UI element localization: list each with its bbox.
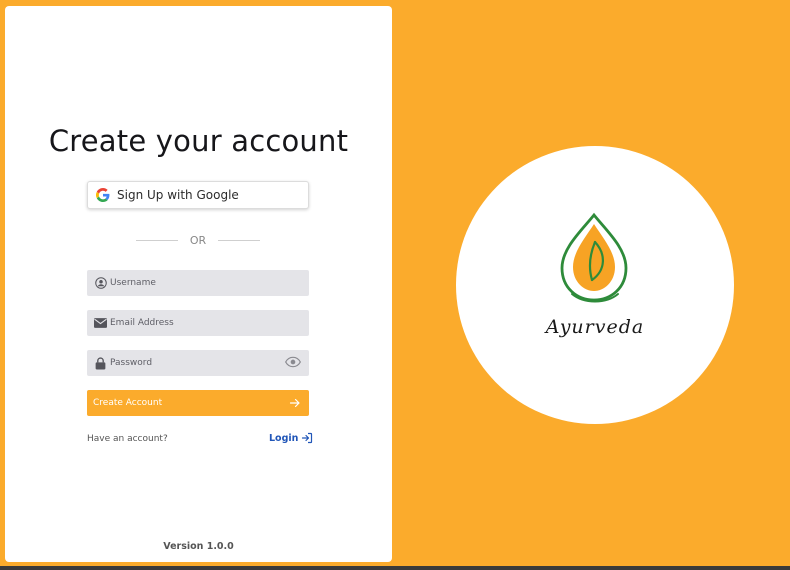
- or-text: OR: [189, 233, 207, 247]
- email-input[interactable]: [110, 318, 280, 328]
- mail-icon: [94, 317, 107, 330]
- bottom-border: [0, 566, 790, 570]
- signup-card: Create your account Sign Up with Google …: [5, 6, 392, 562]
- eye-icon[interactable]: [285, 356, 301, 370]
- password-field[interactable]: [87, 350, 309, 376]
- divider-line-left: [136, 239, 178, 241]
- brand-logo: Ayurveda: [456, 146, 734, 424]
- email-field[interactable]: [87, 310, 309, 336]
- or-divider: OR: [136, 233, 260, 247]
- create-account-label: Create Account: [93, 398, 163, 408]
- leaf-drop-icon: [554, 212, 634, 304]
- login-label: Login: [269, 432, 299, 444]
- username-input[interactable]: [110, 278, 280, 288]
- google-signup-button[interactable]: Sign Up with Google: [87, 181, 309, 209]
- login-link[interactable]: Login: [269, 432, 313, 444]
- divider-line-right: [218, 239, 260, 241]
- google-icon: [96, 188, 110, 202]
- username-field[interactable]: [87, 270, 309, 296]
- lock-icon: [94, 356, 107, 370]
- user-icon: [94, 277, 107, 290]
- page-title: Create your account: [48, 124, 349, 158]
- brand-name: Ayurveda: [545, 316, 645, 338]
- password-input[interactable]: [110, 358, 280, 368]
- arrow-right-icon: [289, 397, 301, 409]
- login-icon: [301, 432, 313, 444]
- create-account-button[interactable]: Create Account: [87, 390, 309, 416]
- google-signup-label: Sign Up with Google: [117, 188, 239, 202]
- version-text: Version 1.0.0: [163, 541, 234, 552]
- have-account-text: Have an account?: [87, 434, 168, 444]
